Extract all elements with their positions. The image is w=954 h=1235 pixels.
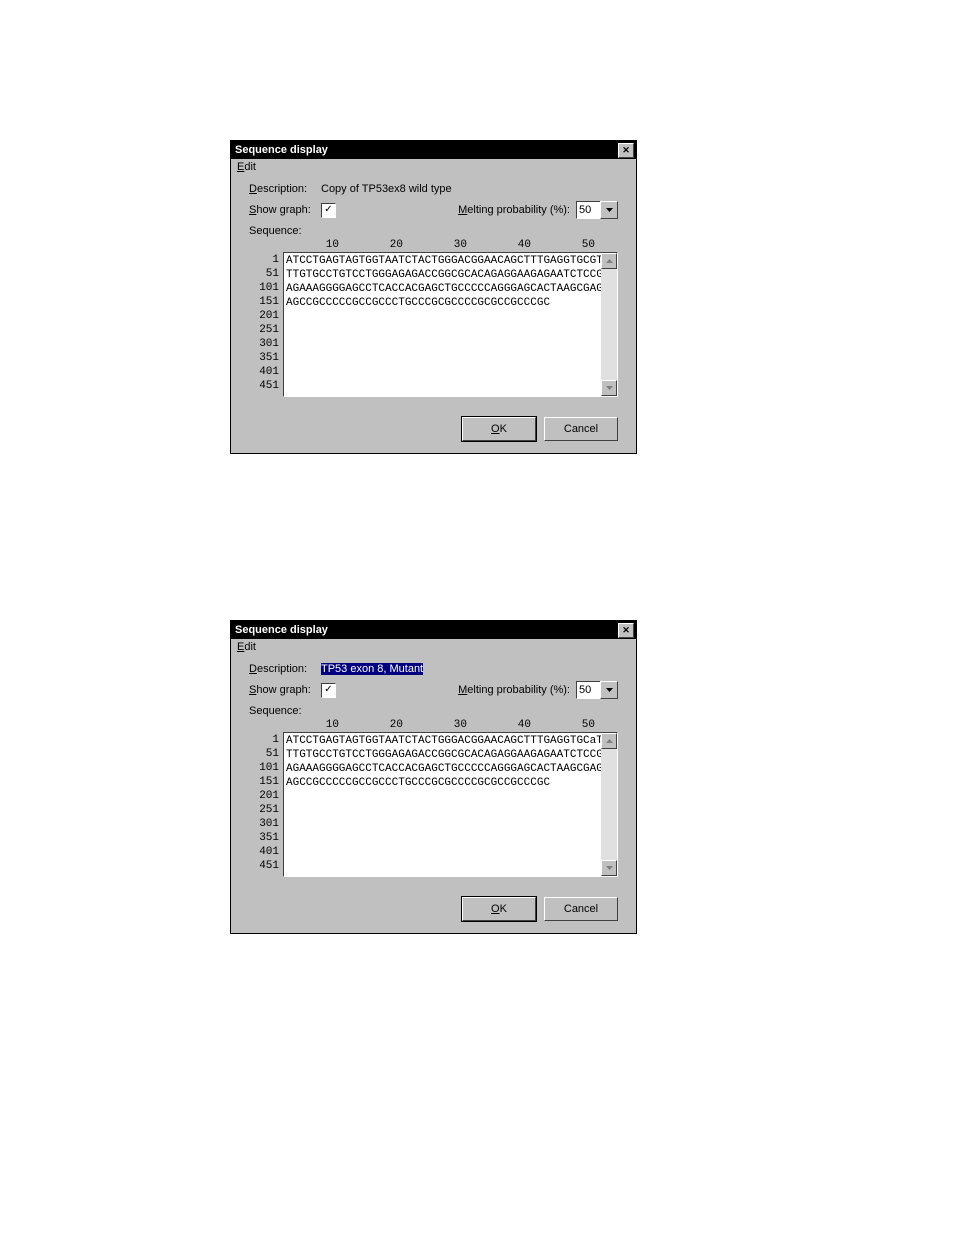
sequence-label: Sequence: [249, 705, 321, 717]
window-title: Sequence display [233, 624, 328, 636]
ok-button[interactable]: OK [462, 897, 536, 921]
sequence-line: TTGTGCCTGTCCTGGGAGAGACCGGCGCACAGAGGAAGAG… [286, 268, 615, 282]
melting-probability-input[interactable] [576, 681, 600, 699]
show-graph-label: Show graph: [249, 684, 321, 696]
melting-probability-label: Melting probability (%): [458, 684, 570, 696]
description-label: Description: [249, 663, 321, 675]
ruler-tick: 10 [279, 239, 343, 251]
description-input[interactable]: TP53 exon 8, Mutant [321, 663, 423, 675]
menu-edit[interactable]: Edit [237, 641, 256, 653]
melting-probability-input[interactable] [576, 201, 600, 219]
menubar: Edit [231, 159, 636, 175]
scroll-down-icon[interactable] [601, 380, 617, 396]
scrollbar[interactable] [601, 733, 617, 876]
menubar: Edit [231, 639, 636, 655]
scroll-down-icon[interactable] [601, 860, 617, 876]
ruler-tick: 40 [471, 239, 535, 251]
cancel-button[interactable]: Cancel [544, 897, 618, 921]
cancel-button[interactable]: Cancel [544, 417, 618, 441]
titlebar: Sequence display ✕ [231, 621, 636, 639]
row-number: 251 [249, 323, 279, 337]
show-graph-checkbox[interactable]: ✓ [321, 683, 336, 698]
row-number: 401 [249, 845, 279, 859]
sequence-display-dialog: Sequence display ✕ Edit Description:Copy of… [230, 140, 637, 454]
sequence-label: Sequence: [249, 225, 321, 237]
row-number: 201 [249, 789, 279, 803]
ruler-tick: 10 [279, 719, 343, 731]
chevron-down-icon[interactable] [600, 681, 618, 699]
row-number: 51 [249, 747, 279, 761]
melting-probability-combo[interactable] [576, 681, 618, 699]
close-icon[interactable]: ✕ [618, 623, 634, 638]
sequence-line: AGCCGCCCCCGCCGCCCTGCCCGCGCCCCGCGCCGCCCGC [286, 296, 615, 310]
ok-button[interactable]: OK [462, 417, 536, 441]
row-number: 101 [249, 761, 279, 775]
sequence-line: ATCCTGAGTAGTGGTAATCTACTGGGACGGAACAGCTTTG… [286, 734, 615, 748]
row-number: 301 [249, 337, 279, 351]
row-number: 351 [249, 831, 279, 845]
scroll-up-icon[interactable] [601, 733, 617, 749]
form-area: Description:TP53 exon 8, MutantShow grap… [231, 655, 636, 887]
row-number: 151 [249, 295, 279, 309]
ruler-tick: 20 [343, 719, 407, 731]
sequence-container: 151101151201251301351401451ATCCTGAGTAGTG… [249, 252, 618, 397]
row-number: 51 [249, 267, 279, 281]
melting-probability-label: Melting probability (%): [458, 204, 570, 216]
button-row: OK Cancel [231, 407, 636, 453]
sequence-textarea[interactable]: ATCCTGAGTAGTGGTAATCTACTGGGACGGAACAGCTTTG… [283, 732, 618, 877]
row-number: 1 [249, 733, 279, 747]
scrollbar[interactable] [601, 253, 617, 396]
menu-edit[interactable]: Edit [237, 161, 256, 173]
window-title: Sequence display [233, 144, 328, 156]
row-number: 401 [249, 365, 279, 379]
description-input[interactable]: Copy of TP53ex8 wild type [321, 183, 452, 195]
sequence-line: AGAAAGGGGAGCCTCACCACGAGCTGCCCCCAGGGAGCAC… [286, 762, 615, 776]
sequence-textarea[interactable]: ATCCTGAGTAGTGGTAATCTACTGGGACGGAACAGCTTTG… [283, 252, 618, 397]
ruler-tick: 30 [407, 239, 471, 251]
sequence-display-dialog: Sequence display ✕ Edit Description:TP53 ex… [230, 620, 637, 934]
sequence-line: AGCCGCCCCCGCCGCCCTGCCCGCGCCCCGCGCCGCCCGC [286, 776, 615, 790]
chevron-down-icon[interactable] [600, 201, 618, 219]
row-number: 351 [249, 351, 279, 365]
ruler-tick: 50 [535, 719, 599, 731]
scroll-up-icon[interactable] [601, 253, 617, 269]
sequence-line: AGAAAGGGGAGCCTCACCACGAGCTGCCCCCAGGGAGCAC… [286, 282, 615, 296]
melting-probability-combo[interactable] [576, 201, 618, 219]
button-row: OK Cancel [231, 887, 636, 933]
sequence-container: 151101151201251301351401451ATCCTGAGTAGTG… [249, 732, 618, 877]
titlebar: Sequence display ✕ [231, 141, 636, 159]
row-number: 1 [249, 253, 279, 267]
column-ruler: 1020304050 [279, 239, 618, 251]
description-label: Description: [249, 183, 321, 195]
sequence-line: TTGTGCCTGTCCTGGGAGAGACCGGCGCACAGAGGAAGAG… [286, 748, 615, 762]
row-numbers: 151101151201251301351401451 [249, 732, 283, 877]
close-icon[interactable]: ✕ [618, 143, 634, 158]
ruler-tick: 30 [407, 719, 471, 731]
ruler-tick: 40 [471, 719, 535, 731]
column-ruler: 1020304050 [279, 719, 618, 731]
form-area: Description:Copy of TP53ex8 wild typeSho… [231, 175, 636, 407]
row-number: 451 [249, 379, 279, 393]
show-graph-checkbox[interactable]: ✓ [321, 203, 336, 218]
sequence-line: ATCCTGAGTAGTGGTAATCTACTGGGACGGAACAGCTTTG… [286, 254, 615, 268]
row-number: 251 [249, 803, 279, 817]
ruler-tick: 50 [535, 239, 599, 251]
row-number: 151 [249, 775, 279, 789]
show-graph-label: Show graph: [249, 204, 321, 216]
row-number: 301 [249, 817, 279, 831]
row-number: 451 [249, 859, 279, 873]
row-number: 101 [249, 281, 279, 295]
ruler-tick: 20 [343, 239, 407, 251]
row-number: 201 [249, 309, 279, 323]
row-numbers: 151101151201251301351401451 [249, 252, 283, 397]
